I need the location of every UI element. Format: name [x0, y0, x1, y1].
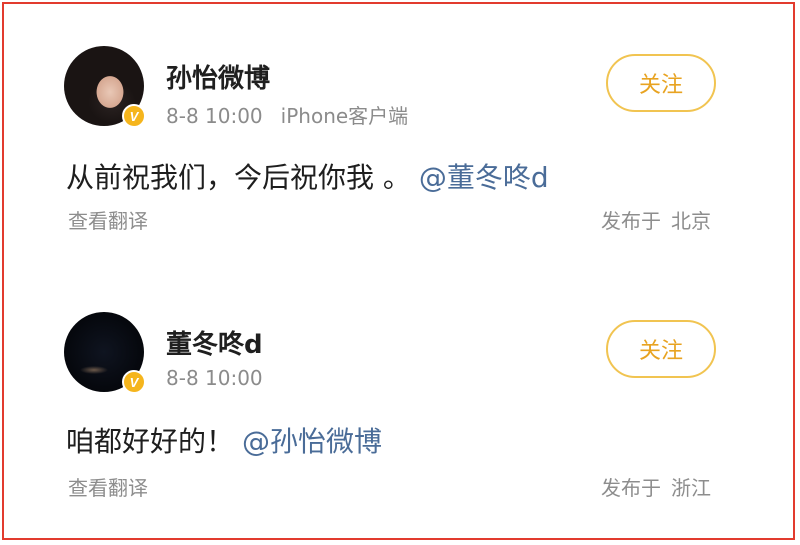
post-location: 发布于 北京 — [601, 205, 711, 234]
post-text: 从前祝我们，今后祝你我 。 @董冬咚d — [66, 156, 549, 196]
published-label: 发布于 — [601, 476, 661, 500]
location-name: 北京 — [671, 209, 711, 233]
post-body: 从前祝我们，今后祝你我 。 — [66, 161, 411, 194]
translate-link[interactable]: 查看翻译 — [68, 205, 148, 234]
verified-badge-icon: V — [122, 104, 146, 128]
author-name[interactable]: 孙怡微博 — [166, 58, 270, 95]
screenshot-frame: V 孙怡微博 8-8 10:00 iPhone客户端 关注 从前祝我们，今后祝你我… — [2, 2, 795, 540]
post-meta: 8-8 10:00 — [166, 366, 263, 390]
avatar[interactable]: V — [64, 312, 146, 394]
published-label: 发布于 — [601, 209, 661, 233]
location-name: 浙江 — [671, 476, 711, 500]
avatar[interactable]: V — [64, 46, 146, 128]
mention-link[interactable]: @董冬咚d — [419, 161, 549, 194]
verified-badge-icon: V — [122, 370, 146, 394]
post-text: 咱都好好的！ @孙怡微博 — [66, 420, 382, 460]
post-body: 咱都好好的！ — [66, 425, 235, 458]
follow-button[interactable]: 关注 — [606, 320, 716, 378]
post-time: 8-8 10:00 — [166, 104, 263, 128]
post-meta: 8-8 10:00 iPhone客户端 — [166, 100, 408, 129]
author-name[interactable]: 董冬咚d — [166, 324, 263, 361]
translate-link[interactable]: 查看翻译 — [68, 472, 148, 501]
post-device: iPhone客户端 — [280, 104, 409, 128]
mention-link[interactable]: @孙怡微博 — [242, 425, 382, 458]
post-location: 发布于 浙江 — [601, 472, 711, 501]
post-time: 8-8 10:00 — [166, 366, 263, 390]
follow-button[interactable]: 关注 — [606, 54, 716, 112]
